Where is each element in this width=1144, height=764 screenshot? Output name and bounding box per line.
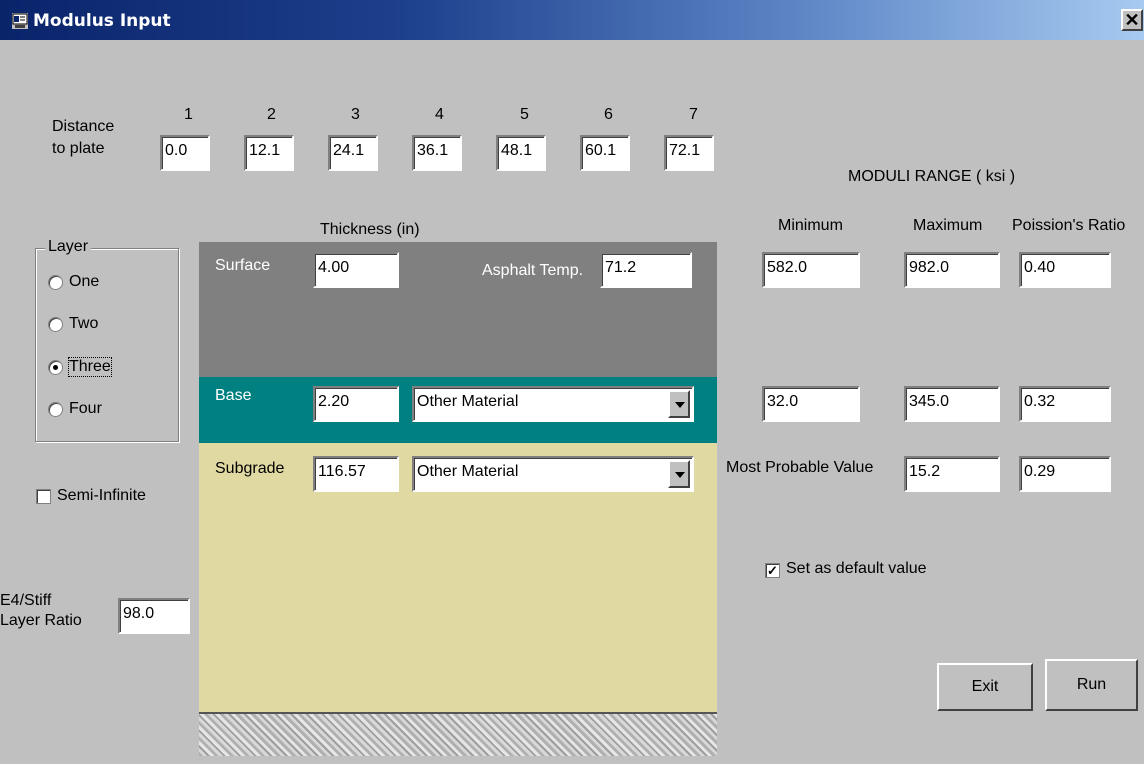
chevron-down-icon[interactable] [668,390,690,418]
distance-input-6[interactable]: 60.1 [580,135,630,171]
surface-label: Surface [215,257,271,274]
distance-label-line2: to plate [52,140,105,157]
bedrock-texture [199,714,717,756]
subgrade-material-value: Other Material [417,463,519,480]
distance-input-2[interactable]: 12.1 [244,135,294,171]
sensor-number-5: 5 [520,106,529,123]
thickness-header: Thickness (in) [320,221,420,238]
set-default-label[interactable]: Set as default value [786,560,927,578]
base-label: Base [215,387,252,404]
title-bar[interactable]: Modulus Input ✕ [0,0,1144,40]
subgrade-material-select[interactable]: Other Material [412,456,694,492]
surface-max-modulus-input[interactable]: 982.0 [904,252,1000,288]
base-min-modulus-input[interactable]: 32.0 [762,386,860,422]
distance-input-5[interactable]: 48.1 [496,135,546,171]
sensor-number-1: 1 [184,106,193,123]
sensor-number-7: 7 [689,106,698,123]
semi-infinite-checkbox[interactable] [36,489,51,504]
base-material-select[interactable]: Other Material [412,386,694,422]
minimum-column-header: Minimum [778,217,843,234]
sensor-number-4: 4 [435,106,444,123]
chevron-down-icon[interactable] [668,460,690,488]
base-material-value: Other Material [417,393,519,410]
surface-thickness-input[interactable]: 4.00 [313,252,399,288]
poisson-ratio-column-header: Poission's Ratio [1012,217,1126,234]
window-title: Modulus Input [33,11,171,31]
e4-ratio-label-line1: E4/Stiff [0,592,52,609]
surface-poisson-ratio-input[interactable]: 0.40 [1019,252,1111,288]
sensor-number-2: 2 [267,106,276,123]
subgrade-thickness-input[interactable]: 116.57 [313,456,399,492]
subgrade-label: Subgrade [215,460,285,477]
modulus-input-window: Modulus Input ✕ Distance to plate 1 2 3 … [0,0,1144,764]
maximum-column-header: Maximum [913,217,983,234]
distance-label-line1: Distance [52,118,115,135]
distance-input-1[interactable]: 0.0 [160,135,210,171]
radio-layer-three-label[interactable]: Three [68,357,112,377]
base-poisson-ratio-input[interactable]: 0.32 [1019,386,1111,422]
run-button[interactable]: Run [1045,659,1138,711]
app-icon [12,13,28,29]
asphalt-temp-input[interactable]: 71.2 [600,252,692,288]
moduli-range-header: MODULI RANGE ( ksi ) [848,168,1016,185]
set-default-checkbox[interactable]: ✓ [765,563,780,578]
base-thickness-input[interactable]: 2.20 [313,386,399,422]
radio-layer-one[interactable] [48,275,63,290]
layer-groupbox-title: Layer [45,238,92,256]
close-icon: ✕ [1124,10,1140,30]
most-probable-value-label: Most Probable Value [726,459,874,476]
radio-layer-two[interactable] [48,317,63,332]
distance-input-4[interactable]: 36.1 [412,135,462,171]
subgrade-poisson-ratio-input[interactable]: 0.29 [1019,456,1111,492]
radio-layer-three[interactable] [48,360,63,375]
close-button[interactable]: ✕ [1121,9,1143,31]
e4-ratio-input[interactable]: 98.0 [118,598,190,634]
radio-layer-four-label[interactable]: Four [69,400,102,418]
sensor-number-3: 3 [351,106,360,123]
subgrade-modulus-input[interactable]: 15.2 [904,456,1000,492]
sensor-number-6: 6 [604,106,613,123]
asphalt-temp-label: Asphalt Temp. [482,262,584,279]
radio-layer-two-label[interactable]: Two [69,315,98,333]
distance-input-3[interactable]: 24.1 [328,135,378,171]
distance-input-7[interactable]: 72.1 [664,135,714,171]
base-max-modulus-input[interactable]: 345.0 [904,386,1000,422]
surface-min-modulus-input[interactable]: 582.0 [762,252,860,288]
exit-button[interactable]: Exit [937,663,1033,711]
semi-infinite-label[interactable]: Semi-Infinite [57,487,146,505]
radio-layer-four[interactable] [48,402,63,417]
e4-ratio-label-line2: Layer Ratio [0,612,82,629]
radio-layer-one-label[interactable]: One [69,273,99,291]
check-icon: ✓ [767,563,778,578]
